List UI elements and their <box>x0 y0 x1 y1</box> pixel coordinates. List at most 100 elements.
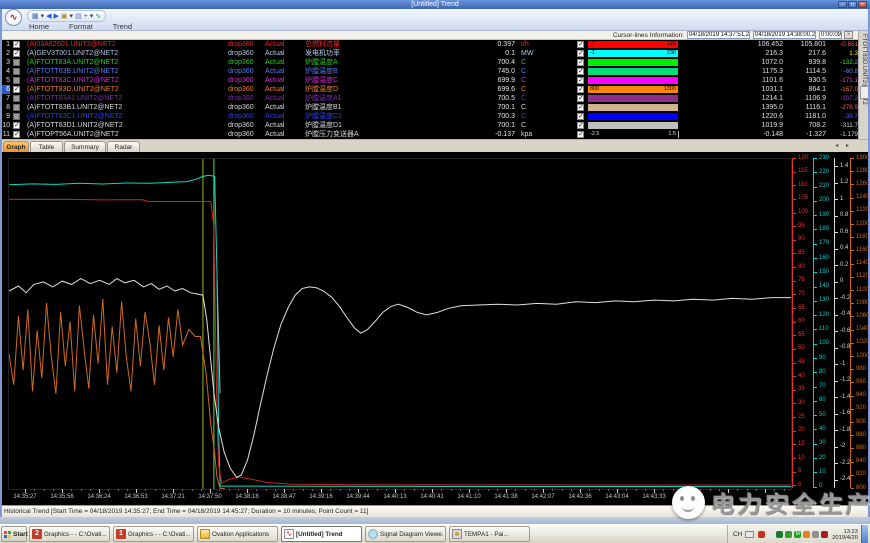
row-visibility-checkbox[interactable] <box>13 113 20 120</box>
scale-range-bar: -1230 <box>588 50 678 57</box>
cursor-row-checkbox[interactable]: ✓ <box>577 104 584 111</box>
cursor2-time-field[interactable]: 04/18/2019 14:38:00.200 <box>753 31 816 39</box>
dropdown-icon[interactable]: ▾ <box>41 12 45 21</box>
tag-description: 炉膛温度A <box>305 58 338 67</box>
axis-tick <box>851 343 854 344</box>
row-visibility-checkbox[interactable] <box>13 95 20 102</box>
tag-description: 炉膛温度C1 <box>305 112 342 121</box>
axis-tick-label: 150 <box>819 269 829 276</box>
row-visibility-checkbox[interactable]: ✓ <box>13 86 20 93</box>
back-icon[interactable]: ◀ <box>46 12 51 21</box>
forward-icon[interactable]: ▶ <box>54 12 59 21</box>
row-visibility-checkbox[interactable]: ✓ <box>13 50 20 57</box>
row-visibility-checkbox[interactable]: ✓ <box>13 131 20 138</box>
time-tick <box>145 489 146 491</box>
row-visibility-checkbox[interactable] <box>13 77 20 84</box>
tray-m-icon[interactable]: M <box>794 531 801 538</box>
drop-name: drop360 <box>228 58 254 67</box>
export-icon[interactable]: ▣ <box>61 12 68 21</box>
time-scroll-arrows[interactable]: ◂ ▸ <box>835 142 852 149</box>
time-tick <box>127 489 128 491</box>
add-icon[interactable]: + <box>84 12 88 21</box>
menu-trend[interactable]: Trend <box>111 22 134 31</box>
trend-icon[interactable]: ▦ <box>32 12 39 21</box>
cursor-row-checkbox[interactable]: ✓ <box>577 95 584 102</box>
tag-description: 发电机功率 <box>305 49 340 58</box>
axis-tick-label: -0.6 <box>840 328 850 335</box>
grid-icon[interactable]: ▤ <box>75 12 82 21</box>
row-visibility-checkbox[interactable]: ✓ <box>13 122 20 129</box>
axis-tick-label: 85 <box>798 250 805 257</box>
tab-summary-view[interactable]: Summary View <box>64 141 106 152</box>
taskbar-item-1[interactable]: 2Graphics - - C:\Ovati... <box>29 526 110 542</box>
taskbar-item-4[interactable]: ∿[Untitled] Trend <box>281 526 362 542</box>
row-visibility-checkbox[interactable] <box>13 68 20 75</box>
cursor-row-checkbox[interactable]: ✓ <box>577 86 584 93</box>
axis-tick-label: 75 <box>798 277 805 284</box>
taskbar-clock[interactable]: 13:23 2019/4/20 <box>832 529 858 541</box>
taskbar-item-2[interactable]: 1Graphics - - C:\Ovati... <box>113 526 194 542</box>
maximize-button[interactable]: □ <box>848 1 857 8</box>
menu-format[interactable]: Format <box>67 22 95 31</box>
time-tick <box>210 489 211 493</box>
row-visibility-checkbox[interactable]: ✓ <box>13 41 20 48</box>
cursor-row-checkbox[interactable]: ✓ <box>577 59 584 66</box>
keyboard-icon[interactable] <box>745 531 754 538</box>
app-menu-button[interactable]: ∿ <box>5 9 22 26</box>
cursor-row-checkbox[interactable]: ✓ <box>577 41 584 48</box>
tray-db-icon[interactable] <box>821 531 828 538</box>
close-button[interactable]: × <box>858 1 867 8</box>
dropdown-icon[interactable]: ▾ <box>70 12 74 21</box>
cursor-row-checkbox[interactable]: ✓ <box>577 113 584 120</box>
cursor-row-checkbox[interactable]: ✓ <box>577 131 584 138</box>
cursor-row-checkbox[interactable]: ✓ <box>577 77 584 84</box>
axis-tick <box>793 172 796 173</box>
tab-radar-view[interactable]: Radar View <box>107 141 140 152</box>
drop-name: drop360 <box>228 85 254 94</box>
dropdown-icon[interactable]: ▾ <box>90 12 94 21</box>
tray-volume-icon[interactable] <box>812 531 819 538</box>
tray-update-icon[interactable] <box>803 531 810 538</box>
language-indicator[interactable]: CH <box>733 531 742 538</box>
tray-flag-icon[interactable] <box>767 531 774 538</box>
cursor-delta-value: -171.1 <box>818 76 858 85</box>
show-desktop-button[interactable] <box>861 525 868 543</box>
tab-table-view[interactable]: Table View <box>30 141 63 152</box>
axis-tick-label: 0 <box>840 278 843 285</box>
cursor-row-checkbox[interactable]: ✓ <box>577 50 584 57</box>
window-left-edge <box>0 9 2 517</box>
taskbar-item-6[interactable]: TEMPA1 - Pai... <box>449 526 530 542</box>
axis-tick <box>835 348 838 349</box>
tray-alarm-icon[interactable] <box>758 531 765 538</box>
tag-name: (A)03A6Z601.UNIT2@NET2 <box>27 40 116 49</box>
time-tick <box>589 489 590 491</box>
minimize-button[interactable]: – <box>838 1 847 8</box>
taskbar-item-label: Signal Diagram Viewe... <box>380 531 443 538</box>
cursor1-time-field[interactable]: 04/18/2019 14:37:51.200 <box>687 31 750 39</box>
time-tick-label: 14:40:13 <box>375 494 415 500</box>
taskbar-item-3[interactable]: Ovation Applications <box>197 526 278 542</box>
row-visibility-checkbox[interactable] <box>13 104 20 111</box>
engineering-unit: t/h <box>521 40 529 49</box>
cursor-row-checkbox[interactable]: ✓ <box>577 122 584 129</box>
menu-home[interactable]: Home <box>27 22 51 31</box>
axis-tick <box>793 363 796 364</box>
axis-tick <box>851 396 854 397</box>
start-button[interactable]: Start <box>1 526 27 542</box>
windows-flag-icon <box>4 531 11 538</box>
row-visibility-checkbox[interactable] <box>13 59 20 66</box>
scale-min-label: -2.5 <box>590 131 599 138</box>
tray-status-icon[interactable] <box>776 531 783 538</box>
close-cursor-panel-button[interactable]: × <box>844 31 853 39</box>
tag-description: 炉膛温度A1 <box>305 94 342 103</box>
axis-tick-label: 5 <box>798 468 801 475</box>
tray-net-icon[interactable] <box>785 531 792 538</box>
live-trend-icon[interactable]: ∿ <box>95 12 101 21</box>
trend-plot[interactable] <box>8 158 792 490</box>
time-tick <box>571 489 572 491</box>
tab-graph[interactable]: Graph <box>3 141 29 152</box>
taskbar-item-5[interactable]: Signal Diagram Viewe... <box>365 526 446 542</box>
cursor-row-checkbox[interactable]: ✓ <box>577 68 584 75</box>
title-bar[interactable]: [Untitled] Trend –□× <box>0 0 870 9</box>
axis-tick <box>793 458 796 459</box>
